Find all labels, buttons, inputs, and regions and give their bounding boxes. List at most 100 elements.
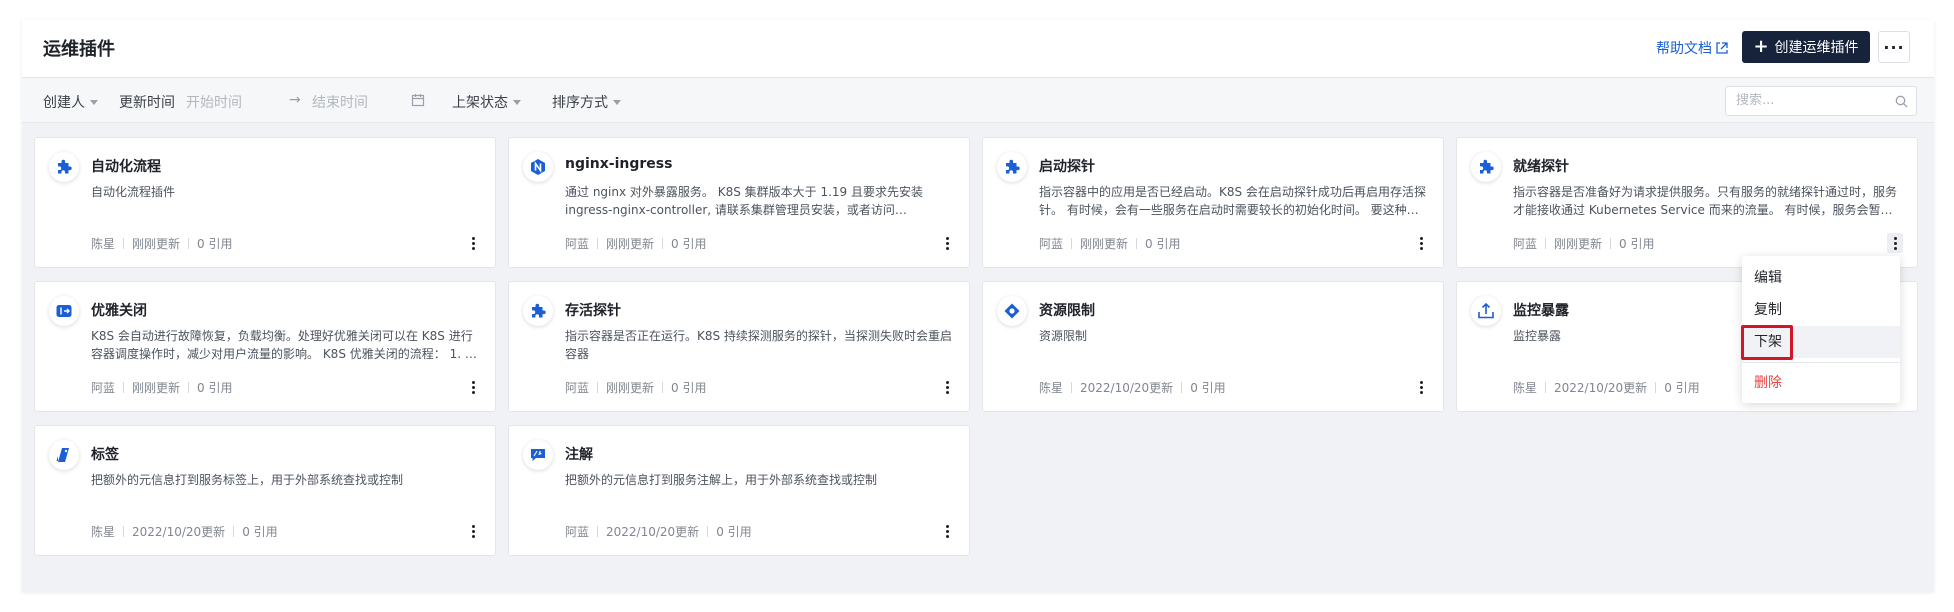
plugin-updated: 刚刚更新 (132, 381, 181, 395)
status-filter[interactable]: 上架状态 (452, 92, 521, 112)
search-input[interactable] (1736, 93, 1886, 108)
caret-down-icon (90, 99, 98, 105)
card-menu-button[interactable] (939, 377, 955, 397)
search-box[interactable] (1725, 86, 1917, 116)
plugin-updated: 刚刚更新 (1080, 237, 1129, 251)
plugin-author: 陈星 (1039, 381, 1064, 395)
end-time-input[interactable]: 结束时间 (312, 92, 368, 112)
plugin-name: 监控暴露 (1513, 303, 1569, 319)
caret-down-icon (613, 99, 621, 105)
plugin-desc: 指示容器是否正在运行。K8S 持续探测服务的探针，当探测失败时会重启容器 (565, 329, 952, 361)
plugin-refs: 0 引用 (197, 381, 233, 395)
card-menu-button[interactable] (1413, 233, 1429, 253)
plugin-meta: 陈星 刚刚更新 0 引用 (91, 235, 232, 252)
filter-bar: 创建人 更新时间 开始时间 → 结束时间 上架状态 排序方式 (22, 79, 1934, 123)
plugin-panel: 运维插件 帮助文档 + 创建运维插件 ··· 创建人 更新时间 开始时间 → 结… (22, 20, 1934, 592)
plugin-author: 阿蓝 (565, 525, 590, 539)
plugin-card[interactable]: 自动化流程 自动化流程插件 陈星 刚刚更新 0 引用 (34, 137, 496, 268)
plugin-name: 就绪探针 (1513, 159, 1569, 175)
plugin-card[interactable]: 注解 把额外的元信息打到服务注解上，用于外部系统查找或控制 阿蓝 2022/10/… (508, 425, 970, 556)
plugin-refs: 0 引用 (1190, 381, 1226, 395)
plugin-updated: 刚刚更新 (606, 381, 655, 395)
card-menu-button[interactable] (465, 521, 481, 541)
plugin-updated: 2022/10/20更新 (1554, 381, 1648, 395)
plugin-card[interactable]: 资源限制 资源限制 陈星 2022/10/20更新 0 引用 (982, 281, 1444, 412)
plugin-desc: 把额外的元信息打到服务注解上，用于外部系统查找或控制 (565, 473, 878, 487)
plugin-card[interactable]: 就绪探针 指示容器是否准备好为请求提供服务。只有服务的就绪探针通过时，服务才能接… (1456, 137, 1918, 268)
plugin-name: 标签 (91, 447, 119, 463)
plus-icon: + (1753, 36, 1769, 57)
plugin-name: 注解 (565, 447, 593, 463)
search-icon (1895, 95, 1908, 108)
plugin-updated: 2022/10/20更新 (1080, 381, 1174, 395)
status-filter-label: 上架状态 (452, 95, 508, 111)
card-menu-button[interactable] (939, 233, 955, 253)
card-menu-button[interactable] (1413, 377, 1429, 397)
plugin-card[interactable]: 优雅关闭 K8S 会自动进行故障恢复，负载均衡。处理好优雅关闭可以在 K8S 进… (34, 281, 496, 412)
caret-down-icon (513, 99, 521, 105)
plugin-updated: 2022/10/20更新 (606, 525, 700, 539)
plugin-meta: 阿蓝 刚刚更新 0 引用 (565, 235, 706, 252)
plugin-card[interactable]: 存活探针 指示容器是否正在运行。K8S 持续探测服务的探针，当探测失败时会重启容… (508, 281, 970, 412)
help-docs-label: 帮助文档 (1656, 41, 1712, 57)
creator-filter[interactable]: 创建人 (43, 92, 98, 112)
upload-icon (1471, 296, 1501, 326)
plugin-refs: 0 引用 (671, 237, 707, 251)
plugin-refs: 0 引用 (242, 525, 278, 539)
plugin-name: 资源限制 (1039, 303, 1095, 319)
menu-item-edit[interactable]: 编辑 (1742, 262, 1900, 294)
plugin-meta: 阿蓝 刚刚更新 0 引用 (91, 379, 232, 396)
plugin-desc: 通过 nginx 对外暴露服务。 K8S 集群版本大于 1.19 且要求先安装 … (565, 185, 923, 217)
card-menu-button[interactable] (939, 521, 955, 541)
more-dots-icon: ··· (1883, 37, 1905, 57)
plugin-card[interactable]: 标签 把额外的元信息打到服务标签上，用于外部系统查找或控制 陈星 2022/10/… (34, 425, 496, 556)
sort-filter[interactable]: 排序方式 (552, 92, 621, 112)
plugin-name: 启动探针 (1039, 159, 1095, 175)
plugin-updated: 刚刚更新 (132, 237, 181, 251)
plugin-name: 优雅关闭 (91, 303, 147, 319)
plugin-author: 陈星 (1513, 381, 1538, 395)
external-link-icon (1716, 42, 1728, 54)
card-menu-button[interactable] (465, 233, 481, 253)
plugin-updated: 刚刚更新 (606, 237, 655, 251)
creator-filter-label: 创建人 (43, 95, 85, 111)
help-docs-link[interactable]: 帮助文档 (1656, 38, 1728, 58)
plugin-refs: 0 引用 (671, 381, 707, 395)
plugin-author: 阿蓝 (565, 381, 590, 395)
start-time-input[interactable]: 开始时间 (186, 92, 242, 112)
plugin-meta: 阿蓝 刚刚更新 0 引用 (1039, 235, 1180, 252)
update-time-text: 更新时间 (119, 95, 175, 111)
card-menu-button[interactable] (465, 377, 481, 397)
calendar-icon[interactable] (411, 93, 425, 107)
plugin-refs: 0 引用 (1664, 381, 1700, 395)
create-plugin-label: 创建运维插件 (1774, 40, 1859, 56)
puzzle-icon (49, 152, 79, 182)
puzzle-icon (523, 296, 553, 326)
range-arrow-icon: → (289, 92, 301, 108)
plugin-name: 存活探针 (565, 303, 621, 319)
menu-item-delete[interactable]: 删除 (1742, 367, 1900, 399)
plugin-meta: 陈星 2022/10/20更新 0 引用 (91, 523, 278, 540)
sort-filter-label: 排序方式 (552, 95, 608, 111)
plugin-author: 阿蓝 (1513, 237, 1538, 251)
plugin-author: 阿蓝 (91, 381, 116, 395)
plugin-updated: 2022/10/20更新 (132, 525, 226, 539)
shutdown-icon (49, 296, 79, 326)
plugin-author: 阿蓝 (1039, 237, 1064, 251)
tag-icon (49, 440, 79, 470)
page-header: 运维插件 帮助文档 + 创建运维插件 ··· (22, 20, 1934, 78)
annotation-icon (523, 440, 553, 470)
plugin-card[interactable]: nginx-ingress 通过 nginx 对外暴露服务。 K8S 集群版本大… (508, 137, 970, 268)
start-time-placeholder: 开始时间 (186, 95, 242, 111)
plugin-desc: 指示容器中的应用是否已经启动。K8S 会在启动探针成功后再启用存活探针。 有时候… (1039, 185, 1426, 217)
plugin-author: 陈星 (91, 237, 116, 251)
plugin-name: nginx-ingress (565, 156, 673, 172)
plugin-card[interactable]: 启动探针 指示容器中的应用是否已经启动。K8S 会在启动探针成功后再启用存活探针… (982, 137, 1444, 268)
menu-item-copy[interactable]: 复制 (1742, 294, 1900, 326)
card-menu-button[interactable] (1887, 233, 1903, 253)
plugin-author: 阿蓝 (565, 237, 590, 251)
menu-item-unlist[interactable]: 下架 (1742, 326, 1900, 358)
more-actions-button[interactable]: ··· (1878, 31, 1910, 63)
plugin-desc: K8S 会自动进行故障恢复，负载均衡。处理好优雅关闭可以在 K8S 进行容器调度… (91, 329, 477, 361)
create-plugin-button[interactable]: + 创建运维插件 (1742, 31, 1870, 63)
